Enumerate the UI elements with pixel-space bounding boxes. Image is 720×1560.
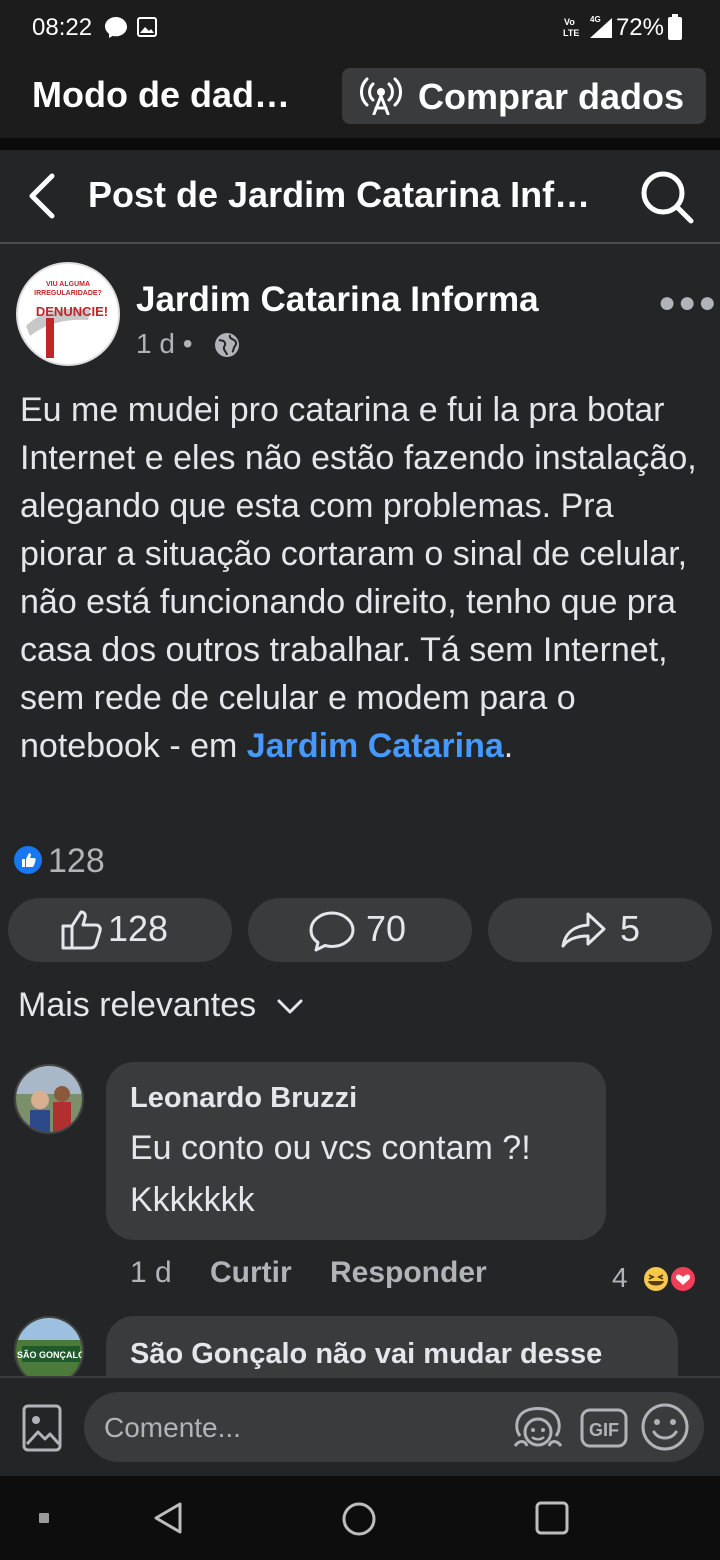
comment-author[interactable]: São Gonçalo não vai mudar desse [130, 1338, 602, 1371]
svg-text:DENUNCIE!: DENUNCIE! [36, 304, 108, 319]
home-nav-icon[interactable] [340, 1500, 378, 1538]
system-nav-bar [0, 1476, 720, 1560]
comment-reaction-count: 4 [612, 1262, 628, 1293]
denuncie-logo: VIU ALGUMA IRREGULARIDADE? DENUNCIE! [18, 264, 118, 364]
comment-reactions[interactable]: 4 [612, 1262, 697, 1294]
data-mode-banner: Modo de dados gratuito Comprar dados [0, 56, 720, 138]
share-icon [561, 912, 606, 948]
data-mode-title[interactable]: Modo de dados gratuito [32, 74, 292, 116]
svg-text:LTE: LTE [563, 28, 579, 38]
comment-text-line-1: Eu conto ou vcs contam ?! [130, 1129, 531, 1167]
post-meta: 1 d • [136, 328, 239, 360]
share-count: 5 [620, 908, 641, 949]
comment-input[interactable]: Comente... GIF [84, 1392, 704, 1462]
share-button[interactable]: 5 [488, 898, 712, 962]
volte-icon: Vo LTE [563, 17, 579, 38]
recents-nav-icon[interactable] [534, 1500, 570, 1536]
gif-icon[interactable]: GIF [580, 1408, 628, 1448]
antenna-icon [360, 77, 402, 115]
svg-text:Vo: Vo [564, 17, 575, 27]
back-arrow-icon[interactable] [24, 172, 60, 220]
back-nav-icon[interactable] [150, 1500, 186, 1536]
avatar-sticker-icon[interactable] [512, 1406, 564, 1450]
comment-reply-button[interactable]: Responder [330, 1256, 487, 1290]
status-bar: 08:22 Vo LTE 4G 72% [0, 0, 720, 56]
divider [0, 138, 720, 150]
comment-like-button[interactable]: Curtir [210, 1256, 292, 1290]
haha-love-reaction-icons [642, 1265, 697, 1293]
commenter-avatar[interactable] [14, 1064, 84, 1134]
post-author-row: VIU ALGUMA IRREGULARIDADE? DENUNCIE! Jar… [0, 256, 720, 376]
svg-text:4G: 4G [590, 15, 601, 24]
chevron-down-icon [277, 999, 303, 1014]
post-text-end: . [503, 727, 514, 765]
gallery-notification-icon [137, 17, 157, 37]
like-reaction-icon [14, 846, 42, 874]
globe-icon [215, 333, 239, 357]
search-icon[interactable] [638, 168, 696, 226]
svg-text:IRREGULARIDADE?: IRREGULARIDADE? [34, 290, 102, 297]
page-avatar[interactable]: VIU ALGUMA IRREGULARIDADE? DENUNCIE! [16, 262, 120, 366]
post-body: Eu me mudei pro catarina e fui la pra bo… [20, 386, 700, 770]
battery-icon [668, 14, 682, 40]
comment-sort-dropdown[interactable]: Mais relevantes [18, 986, 304, 1025]
page-title: Post de Jardim Catarina Informa [88, 174, 603, 215]
post-header-bar: Post de Jardim Catarina Informa [0, 150, 720, 244]
comment-bubble[interactable]: Leonardo Bruzzi Eu conto ou vcs contam ?… [106, 1062, 606, 1240]
post-time: 1 d [136, 328, 175, 359]
signal-icon: 4G [590, 15, 612, 38]
emoji-icon[interactable] [640, 1402, 690, 1452]
svg-text:GIF: GIF [589, 1420, 619, 1440]
post-text: Eu me mudei pro catarina e fui la pra bo… [20, 391, 697, 765]
thumbs-up-icon [61, 910, 102, 950]
comment-text-line-2: Kkkkkkk [130, 1181, 255, 1219]
more-options-icon[interactable]: ●●● [658, 286, 718, 320]
battery-percent: 72% [615, 14, 664, 41]
comment-button[interactable]: 70 [248, 898, 472, 962]
buy-data-label: Comprar dados [418, 76, 685, 117]
recent-apps-dot-icon[interactable] [38, 1512, 50, 1524]
buy-data-button[interactable]: Comprar dados [342, 68, 706, 124]
location-link[interactable]: Jardim Catarina [247, 727, 504, 765]
comment-input-bar: Comente... GIF [0, 1376, 720, 1476]
like-button[interactable]: 128 [8, 898, 232, 962]
comment-author[interactable]: Leonardo Bruzzi [130, 1082, 357, 1115]
messenger-notification-icon [105, 17, 127, 38]
svg-text:SÃO GONÇALO: SÃO GONÇALO [17, 1350, 84, 1360]
photo-gallery-icon[interactable] [22, 1404, 62, 1452]
reaction-count: 128 [48, 842, 105, 880]
page-name[interactable]: Jardim Catarina Informa [136, 280, 539, 320]
sort-label: Mais relevantes [18, 986, 257, 1024]
like-count: 128 [108, 908, 169, 949]
comment-time: 1 d [130, 1256, 172, 1289]
comment-icon [309, 911, 355, 952]
comment-placeholder: Comente... [104, 1412, 241, 1443]
status-time: 08:22 [32, 14, 93, 41]
svg-text:VIU ALGUMA: VIU ALGUMA [46, 281, 90, 288]
comment-count: 70 [366, 908, 407, 949]
